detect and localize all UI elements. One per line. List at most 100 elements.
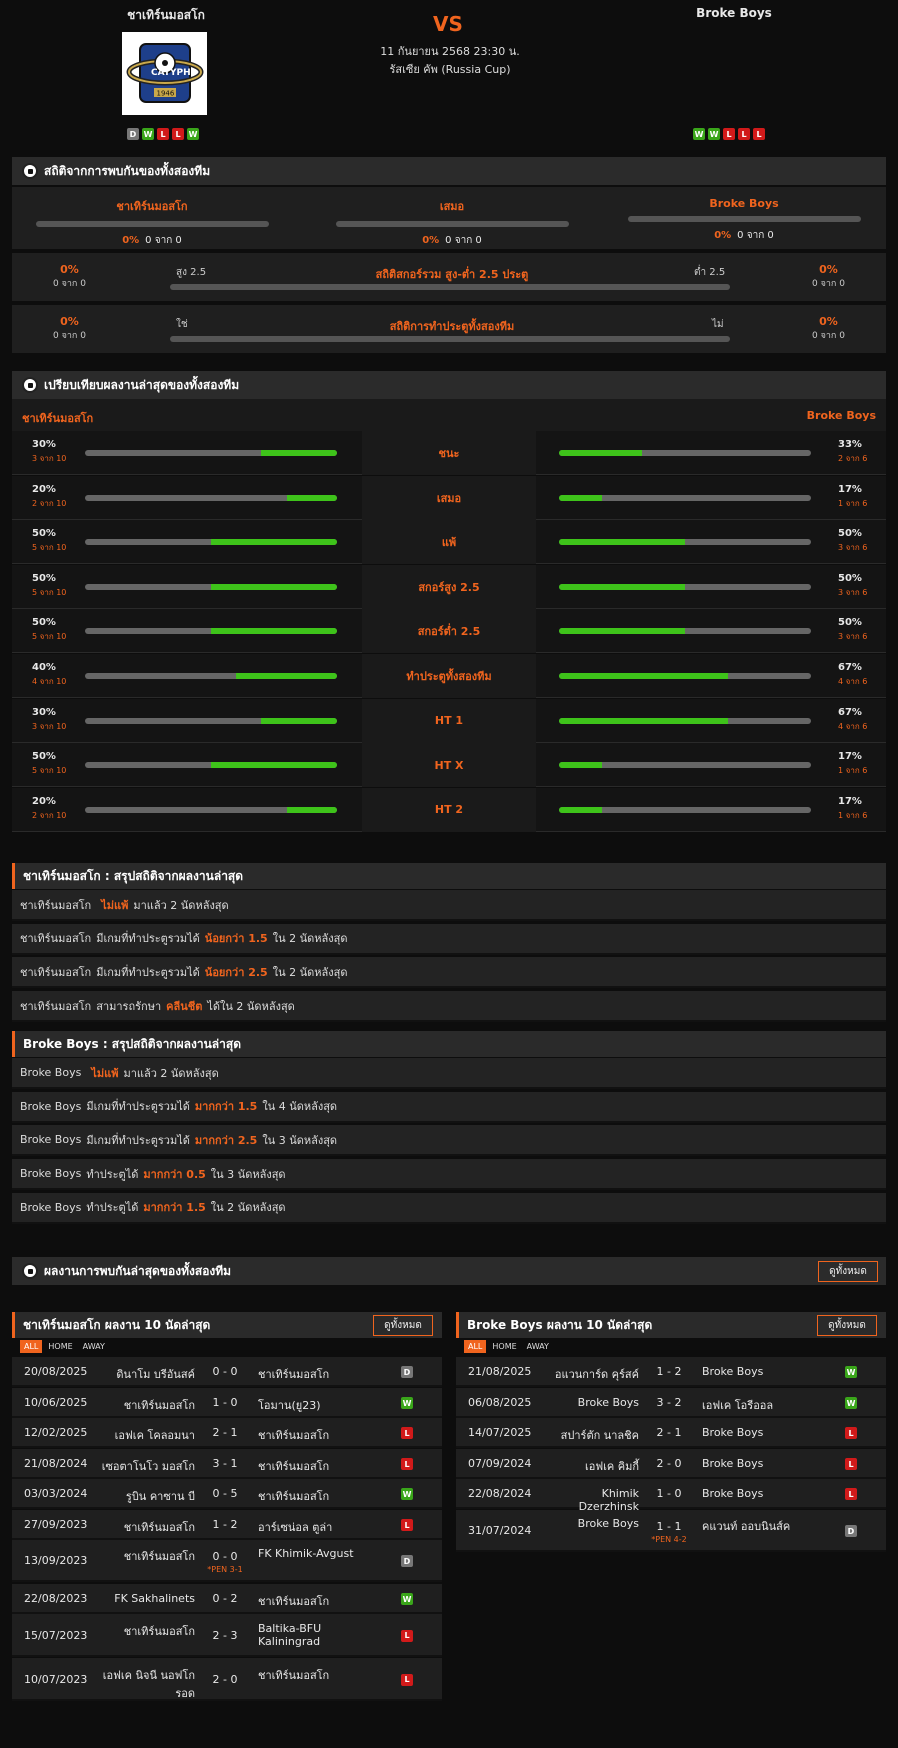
compare-label: เสมอ <box>362 475 536 520</box>
match-result-badge: W <box>845 1397 857 1409</box>
match-row[interactable]: 07/09/2024 เอฟเค คิมกี้ 2 - 0 Broke Boys L <box>456 1449 886 1479</box>
svg-text:1946: 1946 <box>156 89 174 97</box>
summary-highlight: มากกว่า 0.5 <box>143 1167 206 1181</box>
tab-all[interactable]: ALL <box>464 1340 487 1353</box>
compare-label: สกอร์สูง 2.5 <box>362 564 536 609</box>
h2h-away-col: Broke Boys 0% 0 จาก 0 <box>624 187 864 243</box>
compare-left-pct: 50% <box>32 751 56 763</box>
match-away-team[interactable]: ชาเทิร์นมอสโก <box>258 1592 368 1610</box>
compare-left-fill <box>286 494 337 501</box>
compare-right-bar <box>559 583 811 590</box>
home-view-all-button[interactable]: ดูทั้งหมด <box>373 1315 433 1336</box>
match-home-team[interactable]: รูบิน คาซาน บี <box>95 1487 195 1505</box>
match-home-team[interactable]: ชาเทิร์นมอสโก <box>95 1396 195 1414</box>
match-away-team[interactable]: โอมาน(ยู23) <box>258 1396 368 1414</box>
home-team-logo[interactable]: CATYPH 1946 <box>122 32 207 115</box>
compare-right-fill <box>559 494 602 501</box>
h2h-draw-col: เสมอ 0% 0 จาก 0 <box>332 187 572 248</box>
match-away-team[interactable]: Baltika-BFU Kaliningrad <box>258 1622 368 1648</box>
compare-row: 50% 5 จาก 10 สกอร์ต่ำ 2.5 50% 3 จาก 6 <box>12 609 886 654</box>
summary-highlight: ไม่แพ้ <box>91 1066 119 1080</box>
match-away-team[interactable]: Broke Boys <box>702 1457 812 1470</box>
match-result-badge: D <box>401 1366 413 1378</box>
match-result-badge: W <box>401 1397 413 1409</box>
match-home-team[interactable]: ชาเทิร์นมอสโก <box>95 1547 195 1565</box>
ou-right-sub: 0 จาก 0 <box>812 279 845 289</box>
compare-row: 40% 4 จาก 10 ทำประตูทั้งสองทีม 67% 4 จาก 6 <box>12 654 886 698</box>
match-away-team[interactable]: ชาเทิร์นมอสโก <box>258 1426 368 1444</box>
btts-left-pct: 0% <box>60 315 79 328</box>
match-row[interactable]: 10/06/2025 ชาเทิร์นมอสโก 1 - 0 โอมาน(ยู23) W <box>12 1388 442 1418</box>
match-away-team[interactable]: Broke Boys <box>702 1365 812 1378</box>
away-team-name[interactable]: Broke Boys <box>664 6 804 20</box>
match-result-badge: L <box>845 1488 857 1500</box>
match-away-team[interactable]: ชาเทิร์นมอสโก <box>258 1666 368 1684</box>
compare-left-sub: 4 จาก 10 <box>32 677 67 686</box>
match-away-team[interactable]: ชาเทิร์นมอสโก <box>258 1457 368 1475</box>
match-score: 1 - 2 <box>656 1365 682 1378</box>
home-form-badges: DWLLW <box>127 128 199 140</box>
away-view-all-button[interactable]: ดูทั้งหมด <box>817 1315 877 1336</box>
view-all-button[interactable]: ดูทั้งหมด <box>818 1261 878 1282</box>
match-row[interactable]: 14/07/2025 สปาร์ตัก นาลชิค 2 - 1 Broke Boys… <box>456 1418 886 1448</box>
summary-post: ใน 2 นัดหลังสุด <box>272 965 348 979</box>
compare-header: ชาเทิร์นมอสโก Broke Boys <box>12 399 886 431</box>
match-home-team[interactable]: Broke Boys <box>539 1396 639 1409</box>
match-row[interactable]: 21/08/2025 อแวนการ์ด คุร์สค์ 1 - 2 Broke Bo… <box>456 1357 886 1387</box>
match-home-team[interactable]: FK Sakhalinets <box>95 1592 195 1605</box>
match-away-team[interactable]: Broke Boys <box>702 1426 812 1439</box>
match-away-team[interactable]: ชาเทิร์นมอสโก <box>258 1487 368 1505</box>
ou-title: สถิติสกอร์รวม สูง-ต่ำ 2.5 ประตู <box>375 268 529 281</box>
svg-text:CATYPH: CATYPH <box>151 68 191 78</box>
tab-away[interactable]: AWAY <box>79 1340 109 1353</box>
h2h-home-name: ชาเทิร์นมอสโก <box>116 200 188 213</box>
match-away-team[interactable]: ชาเทิร์นมอสโก <box>258 1365 368 1383</box>
match-row[interactable]: 10/07/2023 เอฟเค นิจนี นอฟโกรอด 2 - 0 ชาเทิ… <box>12 1658 442 1701</box>
soccer-ball-icon <box>22 377 38 393</box>
match-home-team[interactable]: ดินาโม บรีอันสค์ <box>95 1365 195 1383</box>
tab-away[interactable]: AWAY <box>523 1340 553 1353</box>
tab-home[interactable]: HOME <box>44 1340 76 1353</box>
compare-section-title: เปรียบเทียบผลงานล่าสุดของทั้งสองทีม <box>12 371 886 399</box>
match-away-team[interactable]: Broke Boys <box>702 1487 812 1500</box>
compare-left-fill <box>286 806 337 813</box>
compare-left-bar <box>85 539 337 546</box>
summary-home-title: ชาเทิร์นมอสโก : สรุปสถิติจากผลงานล่าสุด <box>12 863 886 889</box>
match-row[interactable]: 12/02/2025 เอฟเค โคลอมนา 2 - 1 ชาเทิร์นมอสโ… <box>12 1418 442 1448</box>
match-row[interactable]: 20/08/2025 ดินาโม บรีอันสค์ 0 - 0 ชาเทิร์นม… <box>12 1357 442 1387</box>
match-date: 10/06/2025 <box>24 1396 88 1409</box>
match-home-team[interactable]: ชาเทิร์นมอสโก <box>95 1518 195 1536</box>
match-row[interactable]: 22/08/2023 FK Sakhalinets 0 - 2 ชาเทิร์นมอส… <box>12 1584 442 1614</box>
match-home-team[interactable]: เอฟเค คิมกี้ <box>539 1457 639 1475</box>
match-row[interactable]: 22/08/2024 Khimik Dzerzhinsk 1 - 0 Broke Bo… <box>456 1479 886 1513</box>
match-date: 31/07/2024 <box>468 1524 532 1537</box>
match-row[interactable]: 03/03/2024 รูบิน คาซาน บี 0 - 5 ชาเทิร์นมอส… <box>12 1479 442 1509</box>
match-row[interactable]: 31/07/2024 Broke Boys 1 - 1 *PEN 4-2 คแวนท์ … <box>456 1510 886 1552</box>
compare-row: 30% 3 จาก 10 ชนะ 33% 2 จาก 6 <box>12 431 886 475</box>
home-team-name[interactable]: ชาเทิร์นมอสโก <box>96 6 236 25</box>
match-away-team[interactable]: เอฟเค โอรีออล <box>702 1396 812 1414</box>
tab-home[interactable]: HOME <box>488 1340 520 1353</box>
match-away-team[interactable]: คแวนท์ ออบนินส์ค <box>702 1517 812 1535</box>
tab-all[interactable]: ALL <box>20 1340 43 1353</box>
soccer-ball-icon <box>22 1263 38 1279</box>
match-away-team[interactable]: อาร์เซน่อล ตูล่า <box>258 1518 368 1536</box>
match-home-team[interactable]: เอฟเค นิจนี นอฟโกรอด <box>95 1666 195 1702</box>
compare-right-value: 17% 1 จาก 6 <box>838 484 867 510</box>
match-home-team[interactable]: Broke Boys <box>539 1517 639 1530</box>
compare-label: HT 1 <box>362 698 536 743</box>
match-row[interactable]: 15/07/2023 ชาเทิร์นมอสโก 2 - 3 Baltika-BFU … <box>12 1614 442 1657</box>
match-away-team[interactable]: FK Khimik-Avgust <box>258 1547 368 1560</box>
match-row[interactable]: 21/08/2024 เซอตาโนโว มอสโก 3 - 1 ชาเทิร์นมอ… <box>12 1449 442 1479</box>
match-home-team[interactable]: ชาเทิร์นมอสโก <box>95 1622 195 1640</box>
match-date: 10/07/2023 <box>24 1672 88 1686</box>
match-home-team[interactable]: เซอตาโนโว มอสโก <box>95 1457 195 1475</box>
match-row[interactable]: 06/08/2025 Broke Boys 3 - 2 เอฟเค โอรีออล W <box>456 1388 886 1418</box>
compare-left-fill <box>261 717 337 724</box>
match-home-team[interactable]: อแวนการ์ด คุร์สค์ <box>539 1365 639 1383</box>
match-row[interactable]: 13/09/2023 ชาเทิร์นมอสโก 0 - 0 *PEN 3-1 FK K… <box>12 1540 442 1582</box>
match-row[interactable]: 27/09/2023 ชาเทิร์นมอสโก 1 - 2 อาร์เซน่อล ต… <box>12 1510 442 1540</box>
summary-highlight: คลีนชีต <box>166 999 203 1013</box>
match-home-team[interactable]: เอฟเค โคลอมนา <box>95 1426 195 1444</box>
match-home-team[interactable]: สปาร์ตัก นาลชิค <box>539 1426 639 1444</box>
